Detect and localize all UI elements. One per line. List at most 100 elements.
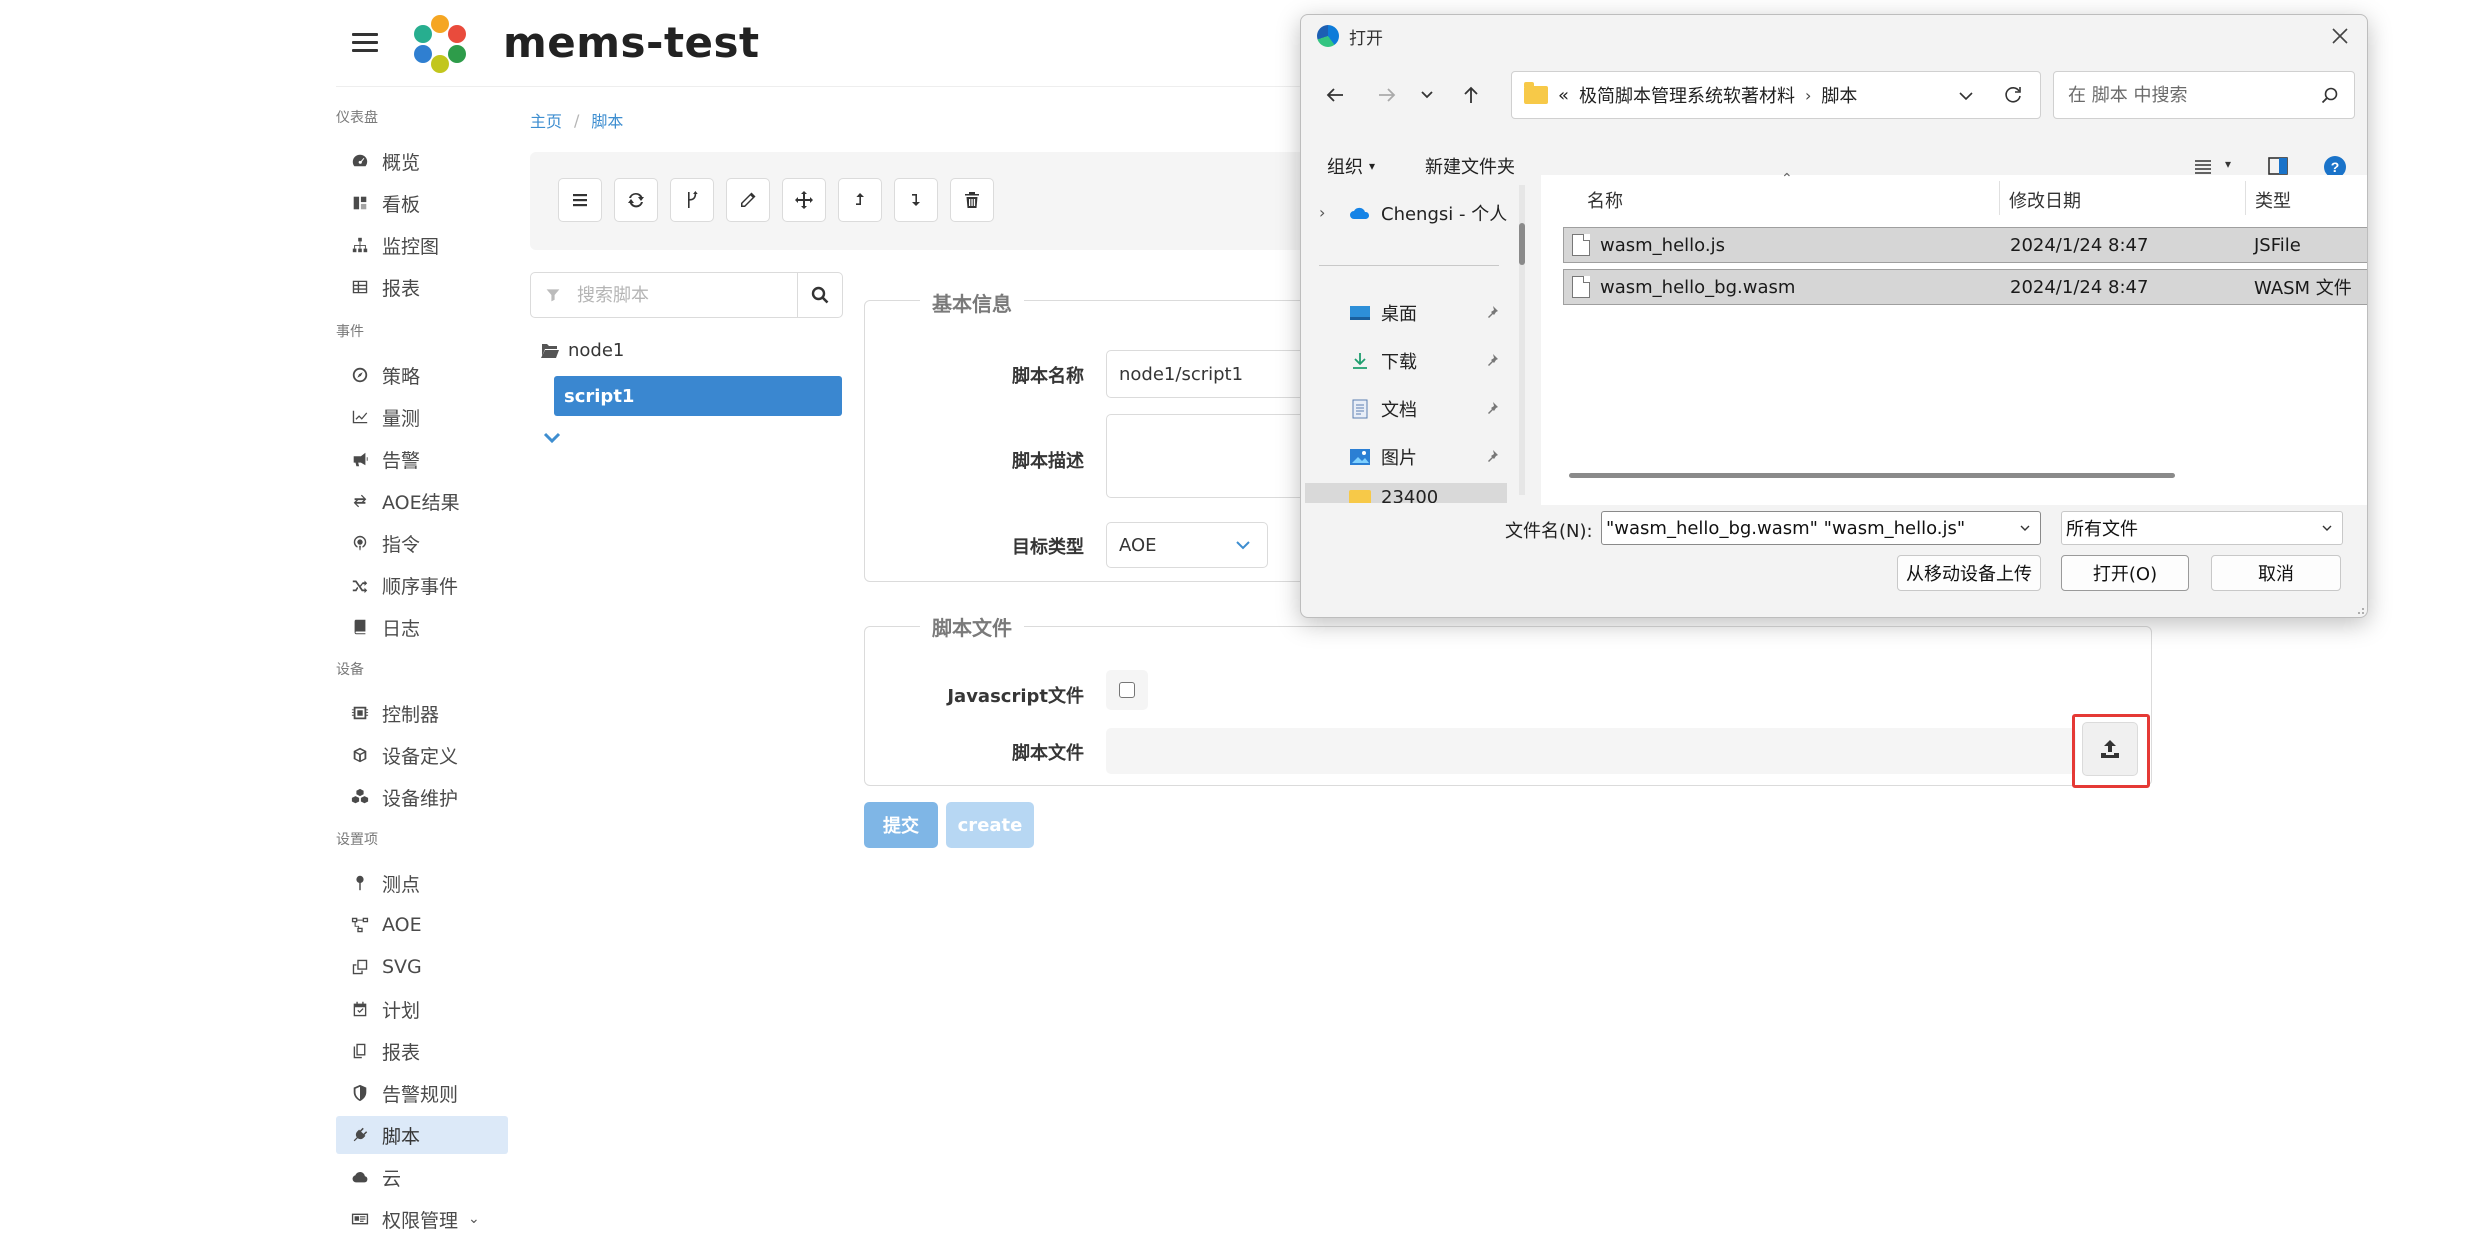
create-button[interactable]: create <box>946 802 1034 848</box>
breadcrumb-current[interactable]: 脚本 <box>591 108 623 132</box>
sidebar-item-controller[interactable]: 控制器 <box>336 694 508 732</box>
file-type-filter[interactable]: 所有文件 <box>2061 511 2343 545</box>
back-button[interactable] <box>1321 81 1349 109</box>
upload-button[interactable] <box>2082 722 2138 776</box>
column-separator[interactable] <box>1999 181 2000 215</box>
breadcrumb-home[interactable]: 主页 <box>530 108 562 132</box>
sidebar-item-log[interactable]: 日志 <box>336 608 508 646</box>
pin-icon[interactable] <box>1485 401 1499 415</box>
column-header-date[interactable]: 修改日期 <box>2009 187 2081 213</box>
sidebar-item-device-maintenance[interactable]: 设备维护 <box>336 778 508 816</box>
up-button[interactable] <box>1457 81 1485 109</box>
chevron-down-icon[interactable] <box>542 428 562 448</box>
edit-button[interactable] <box>726 178 770 222</box>
chevron-right-icon: › <box>1805 85 1812 105</box>
submit-button[interactable]: 提交 <box>864 802 938 848</box>
sidebar-item-aoe-result[interactable]: AOE结果 <box>336 482 508 520</box>
hamburger-menu-icon[interactable] <box>352 28 378 58</box>
sidebar-item-alarm-rule[interactable]: 告警规则 <box>336 1074 508 1112</box>
sidebar-item-aoe[interactable]: AOE <box>336 906 508 944</box>
sidebar-item-overview[interactable]: 概览 <box>336 142 508 180</box>
target-type-select[interactable]: AOE <box>1106 522 1268 568</box>
menu-label-settings: 设置项 <box>336 832 378 848</box>
sidebar-item-measure[interactable]: 量测 <box>336 398 508 436</box>
sidebar-item-svg[interactable]: SVG <box>336 948 508 986</box>
delete-button[interactable] <box>950 178 994 222</box>
nav-item-downloads[interactable]: 下载 <box>1349 343 1507 379</box>
dialog-search-input[interactable] <box>2066 83 2296 107</box>
controller-icon <box>350 703 370 723</box>
chevron-down-icon[interactable] <box>1956 86 1976 106</box>
preview-pane-icon[interactable] <box>2267 155 2289 177</box>
sidebar-item-label: 云 <box>382 1167 402 1190</box>
list-button[interactable] <box>558 178 602 222</box>
sidebar-item-label: 控制器 <box>382 703 440 726</box>
tree-leaf-script[interactable]: script1 <box>554 376 842 416</box>
move-button[interactable] <box>782 178 826 222</box>
recent-locations-button[interactable] <box>1413 81 1441 109</box>
nav-item-documents[interactable]: 文档 <box>1349 391 1507 427</box>
bullhorn-icon <box>350 449 370 469</box>
pin-icon[interactable] <box>1485 449 1499 463</box>
pin-icon[interactable] <box>1485 353 1499 367</box>
sidebar-item-cloud[interactable]: 云 <box>336 1158 508 1196</box>
script-search-input[interactable] <box>575 283 775 307</box>
filename-input[interactable]: "wasm_hello_bg.wasm" "wasm_hello.js" <box>1601 511 2041 545</box>
sidebar-item-monitor[interactable]: 监控图 <box>336 226 508 264</box>
nav-item-desktop[interactable]: 桌面 <box>1349 295 1507 331</box>
table-icon <box>350 277 370 297</box>
sidebar-item-strategy[interactable]: 策略 <box>336 356 508 394</box>
sidebar-item-report-settings[interactable]: 报表 <box>336 1032 508 1070</box>
file-row[interactable]: wasm_hello.js 2024/1/24 8:47 JSFile <box>1563 227 2367 263</box>
cancel-button[interactable]: 取消 <box>2211 555 2341 591</box>
refresh-icon[interactable] <box>2002 84 2024 106</box>
address-parent[interactable]: 极简脚本管理系统软著材料 <box>1579 82 1795 108</box>
open-button[interactable]: 打开(O) <box>2061 555 2189 591</box>
sidebar-item-script[interactable]: 脚本 <box>336 1116 508 1154</box>
chevron-down-icon[interactable] <box>2018 521 2032 535</box>
address-bar[interactable]: « 极简脚本管理系统软著材料 › 脚本 <box>1511 71 2041 119</box>
sidebar-item-plan[interactable]: 计划 <box>336 990 508 1028</box>
tree-node-folder[interactable]: node1 <box>540 340 624 361</box>
sidebar-item-label: 计划 <box>382 999 421 1022</box>
upload-from-mobile-button[interactable]: 从移动设备上传 <box>1897 555 2041 591</box>
move-up-button[interactable] <box>838 178 882 222</box>
move-down-button[interactable] <box>894 178 938 222</box>
sidebar-item-point[interactable]: 测点 <box>336 864 508 902</box>
sidebar-item-report[interactable]: 报表 <box>336 268 508 306</box>
refresh-button[interactable] <box>614 178 658 222</box>
file-row[interactable]: wasm_hello_bg.wasm 2024/1/24 8:47 WASM 文… <box>1563 269 2367 305</box>
forward-button[interactable] <box>1373 81 1401 109</box>
caret-down-icon[interactable]: ▾ <box>2225 157 2231 171</box>
nav-item-partial[interactable]: 23400 <box>1305 483 1507 503</box>
view-list-icon[interactable] <box>2193 157 2213 177</box>
sidebar-item-sequence-event[interactable]: 顺序事件 <box>336 566 508 604</box>
address-prefix: « <box>1558 84 1570 106</box>
nav-item-onedrive[interactable]: Chengsi - 个人 <box>1349 195 1509 231</box>
close-icon[interactable] <box>2327 23 2353 49</box>
chevron-right-icon[interactable]: › <box>1319 203 1325 222</box>
sidebar-item-alarm[interactable]: 告警 <box>336 440 508 478</box>
sidebar-item-permission[interactable]: 权限管理 ⌄ <box>336 1200 508 1238</box>
file-list-hscrollbar[interactable] <box>1569 473 2175 478</box>
script-file-field[interactable] <box>1106 728 2076 774</box>
sidebar-item-kanban[interactable]: 看板 <box>336 184 508 222</box>
sidebar-item-device-definition[interactable]: 设备定义 <box>336 736 508 774</box>
nav-scrollbar-thumb[interactable] <box>1519 223 1525 265</box>
javascript-checkbox[interactable] <box>1119 682 1135 698</box>
sidebar-item-label: 告警规则 <box>382 1083 459 1106</box>
column-header-name[interactable]: 名称 <box>1587 187 1623 213</box>
column-separator[interactable] <box>2245 181 2246 215</box>
new-folder-button[interactable]: 新建文件夹 <box>1425 153 1515 179</box>
pin-icon[interactable] <box>1485 305 1499 319</box>
nav-item-pictures[interactable]: 图片 <box>1349 439 1507 475</box>
resize-grip-icon[interactable] <box>2353 603 2365 615</box>
branch-button[interactable] <box>670 178 714 222</box>
organize-button[interactable]: 组织 ▾ <box>1327 153 1375 179</box>
sidebar-item-command[interactable]: 指令 <box>336 524 508 562</box>
column-header-type[interactable]: 类型 <box>2255 187 2291 213</box>
address-current[interactable]: 脚本 <box>1821 82 1857 108</box>
search-button[interactable] <box>797 272 843 318</box>
script-name-label: 脚本名称 <box>1012 366 1084 387</box>
header-divider <box>336 86 1336 87</box>
